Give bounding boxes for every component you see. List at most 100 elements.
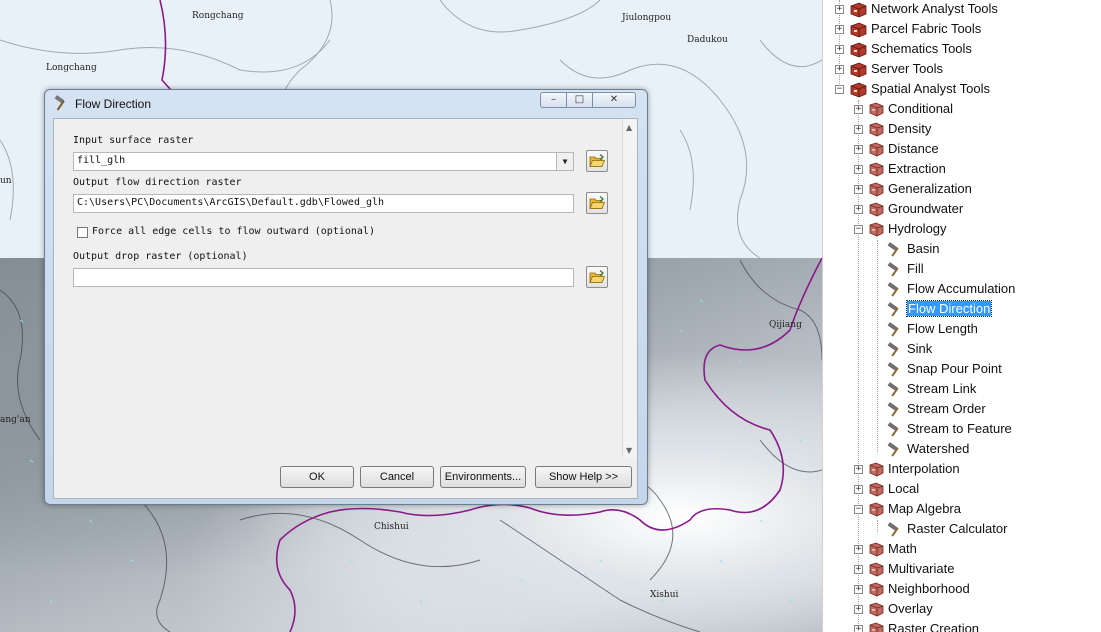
- toolset-icon: [869, 142, 884, 157]
- hammer-icon: [887, 442, 899, 457]
- force-edge-label: Force all edge cells to flow outward (op…: [92, 226, 375, 237]
- scroll-down-icon[interactable]: ▼: [626, 446, 632, 455]
- expand-icon[interactable]: +: [854, 465, 863, 474]
- arctoolbox-tree[interactable]: + Network Analyst Tools + Parcel Fabric …: [822, 0, 1101, 632]
- cancel-button[interactable]: Cancel: [360, 466, 434, 488]
- expand-icon[interactable]: +: [854, 105, 863, 114]
- tree-item-label: Hydrology: [888, 221, 947, 236]
- environments-button[interactable]: Environments...: [440, 466, 526, 488]
- tree-item-label: Local: [888, 481, 920, 496]
- toolbox-icon: [850, 22, 867, 38]
- expand-icon[interactable]: +: [854, 625, 863, 632]
- show-help-button[interactable]: Show Help >>: [535, 466, 632, 488]
- tool-label: Stream Link: [907, 381, 977, 396]
- tree-item-label: Neighborhood: [888, 581, 970, 596]
- expand-icon[interactable]: +: [854, 205, 863, 214]
- toolset-icon: [869, 202, 884, 217]
- tree-item-label: Server Tools: [871, 61, 944, 76]
- toolset-icon: [869, 542, 884, 557]
- close-button[interactable]: ✕: [592, 92, 636, 108]
- browse-drop-button[interactable]: [586, 266, 608, 288]
- output-flow-field[interactable]: C:\Users\PC\Documents\ArcGIS\Default.gdb…: [73, 194, 574, 213]
- tree-item-label: Overlay: [888, 601, 933, 616]
- scroll-up-icon[interactable]: ▲: [626, 123, 632, 132]
- expand-icon[interactable]: +: [835, 5, 844, 14]
- dialog-scrollbar[interactable]: ▲ ▼: [622, 119, 637, 459]
- output-drop-label: Output drop raster (optional): [73, 251, 248, 262]
- maximize-button[interactable]: □: [566, 92, 593, 108]
- force-edge-checkbox[interactable]: [77, 227, 88, 238]
- tree-connector: [877, 520, 878, 532]
- ok-button[interactable]: OK: [280, 466, 354, 488]
- toolset-icon: [869, 622, 884, 632]
- hammer-icon: [887, 302, 899, 317]
- tree-item-label: Generalization: [888, 181, 972, 196]
- flow-direction-dialog[interactable]: Flow Direction – □ ✕ Input surface raste…: [44, 89, 648, 505]
- tool-label-selected: Flow Direction: [905, 300, 993, 317]
- map-label-qijiang: Qijiang: [769, 320, 802, 330]
- tree-item-label: Map Algebra: [888, 501, 961, 516]
- expand-icon[interactable]: +: [854, 565, 863, 574]
- output-drop-field[interactable]: [73, 268, 574, 287]
- map-label-partial: un: [0, 176, 12, 186]
- tree-item-label: Conditional: [888, 101, 954, 116]
- minimize-button[interactable]: –: [540, 92, 567, 108]
- expand-icon[interactable]: +: [854, 165, 863, 174]
- input-surface-label: Input surface raster: [73, 135, 194, 146]
- tool-label: Flow Length: [907, 321, 978, 336]
- input-surface-combobox[interactable]: fill_glh ▼: [73, 152, 574, 171]
- toolset-icon: [869, 222, 884, 237]
- expand-icon[interactable]: +: [854, 585, 863, 594]
- collapse-icon[interactable]: −: [854, 505, 863, 514]
- toolset-icon: [869, 602, 884, 617]
- collapse-icon[interactable]: −: [835, 85, 844, 94]
- tool-label: Flow Accumulation: [907, 281, 1016, 296]
- expand-icon[interactable]: +: [854, 185, 863, 194]
- tool-label: Fill: [907, 261, 924, 276]
- expand-icon[interactable]: +: [854, 605, 863, 614]
- tree-item-label: Interpolation: [888, 461, 960, 476]
- tree-item-label: Raster Creation: [888, 621, 980, 632]
- hammer-icon: [887, 322, 899, 337]
- expand-icon[interactable]: +: [854, 125, 863, 134]
- parameters-panel: Input surface raster fill_glh ▼ Output f…: [53, 118, 638, 460]
- tree-item-label: Network Analyst Tools: [871, 1, 998, 16]
- browse-output-button[interactable]: [586, 192, 608, 214]
- tree-item-label: Parcel Fabric Tools: [871, 21, 982, 36]
- dialog-title: Flow Direction: [75, 97, 152, 111]
- expand-icon[interactable]: +: [854, 485, 863, 494]
- toolset-icon: [869, 482, 884, 497]
- toolset-icon: [869, 182, 884, 197]
- open-folder-icon: [589, 270, 605, 283]
- tree-item-label: Density: [888, 121, 932, 136]
- open-folder-icon: [589, 154, 605, 167]
- map-label-rongchang: Rongchang: [192, 11, 244, 21]
- tool-label: Sink: [907, 341, 933, 356]
- tool-label: Watershed: [907, 441, 970, 456]
- input-surface-value: fill_glh: [77, 155, 126, 166]
- map-label-longchang: Longchang: [46, 63, 97, 73]
- toolbox-icon: [850, 82, 867, 98]
- expand-icon[interactable]: +: [854, 145, 863, 154]
- tree-item-label: Math: [888, 541, 917, 556]
- toolbox-icon: [850, 42, 867, 58]
- expand-icon[interactable]: +: [835, 45, 844, 54]
- expand-icon[interactable]: +: [854, 545, 863, 554]
- expand-icon[interactable]: +: [835, 65, 844, 74]
- toolset-icon: [869, 122, 884, 137]
- hammer-icon: [887, 362, 899, 377]
- chevron-down-icon[interactable]: ▼: [556, 153, 573, 170]
- map-label-partial-2: ang'an: [0, 415, 31, 425]
- tool-label: Stream Order: [907, 401, 986, 416]
- tree-connector: [877, 240, 878, 452]
- hammer-icon: [887, 342, 899, 357]
- expand-icon[interactable]: +: [835, 25, 844, 34]
- browse-input-button[interactable]: [586, 150, 608, 172]
- toolset-icon: [869, 162, 884, 177]
- tree-item-label: Distance: [888, 141, 939, 156]
- collapse-icon[interactable]: −: [854, 225, 863, 234]
- toolset-icon: [869, 562, 884, 577]
- hammer-icon: [887, 422, 899, 437]
- hammer-icon: [887, 282, 899, 297]
- dialog-button-bar: OK Cancel Environments... Show Help >>: [53, 458, 638, 499]
